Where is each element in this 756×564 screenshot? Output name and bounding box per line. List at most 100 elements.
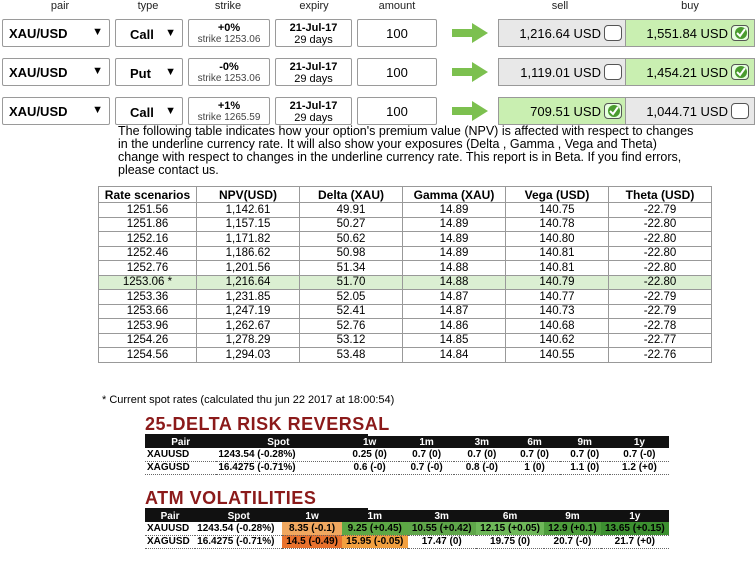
column-header: Vega (USD)	[505, 186, 609, 203]
expiry-days: 29 days	[294, 112, 333, 124]
table-cell: 15.95 (-0.05)	[341, 535, 408, 549]
expiry-days: 29 days	[294, 73, 333, 85]
atm-vol-table: Pair Spot 1w 1m 3m 6m 9m 1y XAUUSD 1243.54 (-0.2…	[145, 510, 669, 549]
type-select[interactable]: Call ▼	[115, 19, 183, 47]
checkbox-icon[interactable]	[604, 25, 622, 41]
table-cell: 140.73	[505, 303, 609, 319]
sell-price-button[interactable]: 1,216.64 USD	[498, 19, 628, 47]
checkmark-icon[interactable]	[731, 25, 749, 41]
checkbox-icon[interactable]	[604, 64, 622, 80]
sell-price-button[interactable]: 709.51 USD	[498, 97, 628, 125]
buy-price-button[interactable]: 1,454.21 USD	[625, 58, 755, 86]
column-header: Delta (XAU)	[299, 186, 403, 203]
pair-select[interactable]: XAU/USD ▼	[2, 97, 110, 125]
dropdown-triangle-icon: ▼	[92, 104, 103, 116]
risk-reversal-title: 25-DELTA RISK REVERSAL	[145, 414, 390, 434]
strike-input[interactable]: -0% strike 1253.06	[188, 58, 270, 86]
column-header: 9m	[559, 436, 610, 448]
table-cell: 50.62	[299, 231, 403, 247]
sell-price-value: 1,119.01 USD	[520, 65, 601, 80]
table-cell: -22.80	[608, 216, 712, 232]
table-cell: 140.79	[505, 274, 609, 290]
table-cell: 1.2 (+0)	[609, 461, 669, 475]
type-select[interactable]: Call ▼	[115, 97, 183, 125]
table-row: 1252.16 1,171.82 50.62 14.89 140.80 -22.80	[98, 231, 712, 247]
table-cell: 51.34	[299, 260, 403, 276]
strike-percent: -0%	[219, 61, 239, 73]
table-cell: XAUUSD	[145, 448, 217, 462]
table-cell: 52.41	[299, 303, 403, 319]
table-cell: 140.62	[505, 332, 609, 348]
expiry-date: 21-Jul-17	[289, 22, 338, 34]
column-header: Rate scenarios	[98, 186, 197, 203]
column-header: 9m	[544, 510, 601, 522]
table-cell: 1,201.56	[196, 260, 300, 276]
amount-input[interactable]: 100	[357, 58, 437, 86]
col-header-sell: sell	[551, 0, 569, 12]
table-cell: 1,186.62	[196, 245, 300, 261]
pair-value: XAU/USD	[9, 65, 68, 80]
column-header: 6m	[509, 436, 560, 448]
strike-input[interactable]: +0% strike 1253.06	[188, 19, 270, 47]
table-cell: 50.98	[299, 245, 403, 261]
table-row: XAUUSD 1243.54 (-0.28%) 8.35 (-0.1) 9.25 (+…	[145, 522, 669, 536]
column-header: 1y	[600, 510, 669, 522]
checkmark-icon[interactable]	[604, 103, 622, 119]
type-value: Call	[130, 27, 154, 42]
pair-select[interactable]: XAU/USD ▼	[2, 58, 110, 86]
column-header: 6m	[475, 510, 545, 522]
buy-price-button[interactable]: 1,551.84 USD	[625, 19, 755, 47]
type-value: Put	[130, 66, 151, 81]
column-header: Pair	[145, 436, 217, 448]
table-cell: 1253.36	[98, 289, 197, 305]
buy-price-button[interactable]: 1,044.71 USD	[625, 97, 755, 125]
table-cell: 0.7 (0)	[398, 448, 455, 462]
type-select[interactable]: Put ▼	[115, 58, 183, 86]
dropdown-triangle-icon: ▼	[165, 27, 176, 39]
table-cell: -22.80	[608, 274, 712, 290]
table-cell: 49.91	[299, 202, 403, 218]
table-cell: 1243.54 (-0.28%)	[216, 448, 341, 462]
pair-select[interactable]: XAU/USD ▼	[2, 19, 110, 47]
column-header: 1y	[609, 436, 669, 448]
strike-percent: +0%	[217, 22, 241, 34]
sell-price-button[interactable]: 1,119.01 USD	[498, 58, 628, 86]
buy-price-value: 1,044.71 USD	[646, 104, 728, 119]
table-cell: 1253.06 *	[98, 274, 197, 290]
amount-input[interactable]: 100	[357, 97, 437, 125]
column-header: Gamma (XAU)	[402, 186, 506, 203]
checkmark-icon[interactable]	[731, 64, 749, 80]
col-header-type: type	[137, 0, 159, 12]
table-cell: 14.89	[402, 231, 506, 247]
col-header-buy: buy	[681, 0, 699, 12]
table-cell: 14.89	[402, 245, 506, 261]
table-cell: 52.05	[299, 289, 403, 305]
checkbox-icon[interactable]	[731, 103, 749, 119]
table-cell: 0.7 (0)	[509, 448, 560, 462]
expiry-date: 21-Jul-17	[289, 100, 338, 112]
table-cell: 21.7 (+0)	[600, 535, 669, 549]
sell-price-value: 709.51 USD	[530, 104, 601, 119]
table-cell: 0.25 (0)	[340, 448, 399, 462]
table-cell: 1253.96	[98, 318, 197, 334]
table-row: 1253.96 1,262.67 52.76 14.86 140.68 -22.78	[98, 318, 712, 334]
expiry-input[interactable]: 21-Jul-17 29 days	[275, 58, 352, 86]
table-cell: 12.9 (+0.1)	[544, 522, 601, 536]
table-cell: 1,262.67	[196, 318, 300, 334]
table-cell: 1252.76	[98, 260, 197, 276]
table-row: 1251.56 1,142.61 49.91 14.89 140.75 -22.79	[98, 202, 712, 218]
table-cell: -22.80	[608, 260, 712, 276]
strike-input[interactable]: +1% strike 1265.59	[188, 97, 270, 125]
expiry-input[interactable]: 21-Jul-17 29 days	[275, 97, 352, 125]
amount-input[interactable]: 100	[357, 19, 437, 47]
table-cell: 51.70	[299, 274, 403, 290]
table-cell: 140.78	[505, 216, 609, 232]
table-cell: 20.7 (-0)	[544, 535, 601, 549]
table-cell: 0.7 (0)	[454, 448, 510, 462]
table-cell: -22.76	[608, 347, 712, 363]
table-cell: 1252.46	[98, 245, 197, 261]
expiry-input[interactable]: 21-Jul-17 29 days	[275, 19, 352, 47]
table-row: 1253.36 1,231.85 52.05 14.87 140.77 -22.79	[98, 289, 712, 305]
strike-percent: +1%	[217, 100, 241, 112]
column-header: Theta (USD)	[608, 186, 712, 203]
